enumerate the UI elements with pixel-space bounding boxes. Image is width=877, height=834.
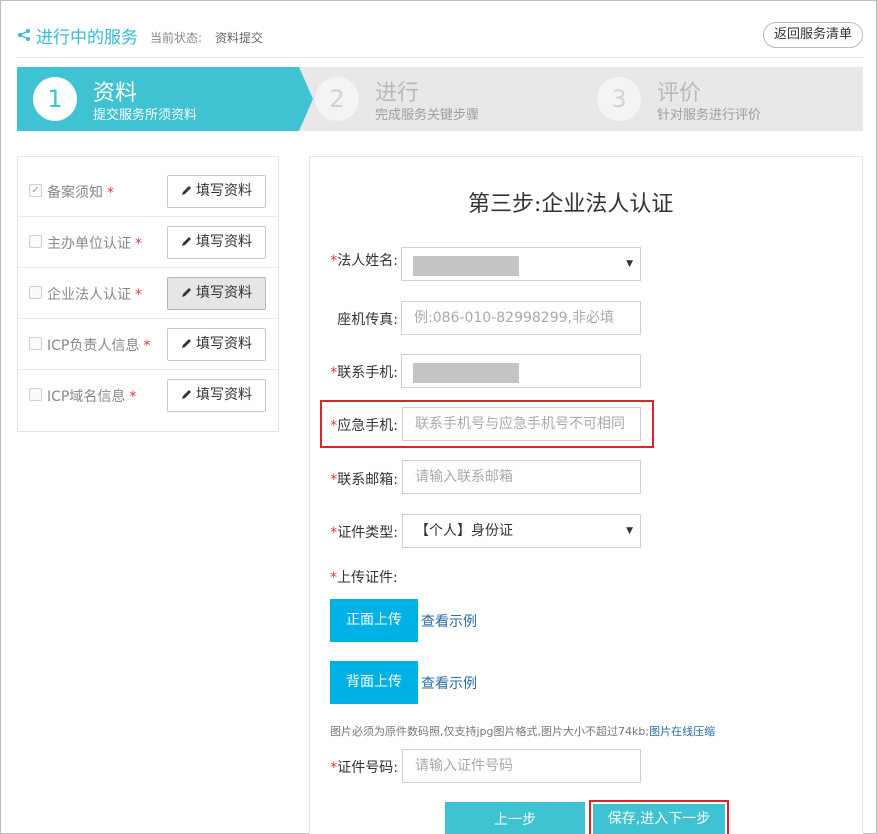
view-example-link[interactable]: 查看示例	[421, 611, 477, 631]
sidebar-item-label: ICP负责人信息	[47, 338, 140, 354]
pencil-icon	[182, 237, 191, 246]
pencil-icon	[182, 390, 191, 399]
upload-label: *上传证件:	[330, 570, 398, 586]
required-mark: *	[135, 287, 142, 303]
emergency-phone-label: *应急手机:	[330, 418, 398, 434]
step-subtitle: 提交服务所须资料	[93, 108, 198, 123]
fill-info-button[interactable]: 填写资料	[167, 277, 266, 310]
step-number: 2	[315, 77, 359, 121]
id-type-select[interactable]: 【个人】身份证 ▼	[402, 514, 641, 548]
sidebar-item-label: 备案须知	[47, 185, 103, 201]
step-number: 1	[33, 77, 77, 121]
form-title: 第三步:企业法人认证	[468, 192, 674, 217]
sidebar-item-label: 主办单位认证	[47, 236, 131, 252]
fill-info-button[interactable]: 填写资料	[167, 328, 266, 361]
status-value: 资料提交	[215, 31, 264, 45]
legal-name-label: *法人姓名:	[330, 253, 398, 269]
sidebar-item-label: ICP域名信息	[47, 389, 126, 405]
sidebar-item-icp-domain-info: ICP域名信息 * 填写资料	[18, 370, 278, 421]
fill-info-button[interactable]: 填写资料	[167, 379, 266, 412]
sidebar-item-legal-person-auth: 企业法人认证 * 填写资料	[18, 268, 278, 319]
id-type-label: *证件类型:	[330, 525, 398, 541]
required-mark: *	[129, 389, 137, 405]
redacted-value	[413, 256, 519, 276]
step-1: 1 资料 提交服务所须资料	[17, 67, 299, 131]
pencil-icon	[182, 339, 191, 348]
compress-online-link[interactable]: 图片在线压缩	[649, 725, 715, 738]
previous-step-button[interactable]: 上一步	[445, 802, 585, 834]
checkbox[interactable]	[29, 337, 42, 350]
pencil-icon	[182, 288, 191, 297]
mobile-input[interactable]	[401, 354, 641, 388]
sidebar: ✓ 备案须知 * 填写资料 主办单位认证 * 填写资料 企业法人认证 * 填写资料 I…	[17, 156, 279, 432]
mobile-label: *联系手机:	[330, 365, 398, 381]
landline-label: 座机传真:	[337, 312, 398, 328]
checkbox[interactable]	[29, 235, 42, 248]
sidebar-item-icp-owner-info: ICP负责人信息 * 填写资料	[18, 319, 278, 370]
front-upload-button[interactable]: 正面上传	[330, 599, 418, 642]
legal-name-select[interactable]: ▼	[401, 247, 641, 281]
view-example-link[interactable]: 查看示例	[421, 673, 477, 693]
header: 进行中的服务 当前状态: 资料提交 返回服务清单	[17, 18, 863, 58]
step-progress: 1 资料 提交服务所须资料 2 进行 完成服务关键步骤 3 评价 针对服务进行评…	[17, 67, 863, 131]
id-type-value: 【个人】身份证	[415, 523, 513, 539]
sidebar-item-sponsor-auth: 主办单位认证 * 填写资料	[18, 217, 278, 268]
sidebar-item-filing-notice: ✓ 备案须知 * 填写资料	[18, 166, 278, 217]
step-subtitle: 完成服务关键步骤	[375, 108, 480, 123]
required-mark: *	[135, 236, 142, 252]
landline-input[interactable]: 例:086-010-82998299,非必填	[401, 301, 641, 335]
back-upload-button[interactable]: 背面上传	[330, 661, 418, 704]
save-next-button[interactable]: 保存,进入下一步	[593, 804, 725, 834]
share-icon	[18, 29, 30, 41]
emergency-phone-input[interactable]: 联系手机号与应急手机号不可相同	[402, 407, 641, 441]
upload-hint: 图片必须为原件数码照,仅支持jpg图片格式,图片大小不超过74kb;图片在线压缩	[330, 725, 716, 738]
highlight-box: 保存,进入下一步	[589, 800, 729, 834]
sidebar-item-label: 企业法人认证	[47, 287, 131, 303]
redacted-value	[413, 363, 519, 383]
pencil-icon	[182, 186, 191, 195]
checkbox[interactable]	[29, 388, 42, 401]
required-mark: *	[107, 185, 114, 201]
id-number-input[interactable]: 请输入证件号码	[402, 749, 641, 783]
step-subtitle: 针对服务进行评价	[657, 108, 762, 123]
required-mark: *	[143, 338, 151, 354]
email-label: *联系邮箱:	[330, 472, 398, 488]
page-title: 进行中的服务	[36, 28, 138, 48]
step-3: 3 评价 针对服务进行评价	[581, 67, 863, 131]
id-number-label: *证件号码:	[330, 760, 398, 776]
status-label: 当前状态:	[150, 31, 203, 45]
checkbox[interactable]	[29, 286, 42, 299]
fill-info-button[interactable]: 填写资料	[167, 175, 266, 208]
fill-info-button[interactable]: 填写资料	[167, 226, 266, 259]
step-title: 进行	[375, 81, 420, 106]
chevron-down-icon: ▼	[626, 259, 633, 269]
step-title: 资料	[93, 81, 138, 106]
step-number: 3	[597, 77, 641, 121]
step-title: 评价	[657, 81, 702, 106]
checkbox[interactable]: ✓	[29, 184, 42, 197]
back-to-services-button[interactable]: 返回服务清单	[762, 22, 863, 48]
chevron-down-icon: ▼	[626, 526, 633, 536]
email-input[interactable]: 请输入联系邮箱	[402, 460, 641, 494]
step-2: 2 进行 完成服务关键步骤	[299, 67, 581, 131]
